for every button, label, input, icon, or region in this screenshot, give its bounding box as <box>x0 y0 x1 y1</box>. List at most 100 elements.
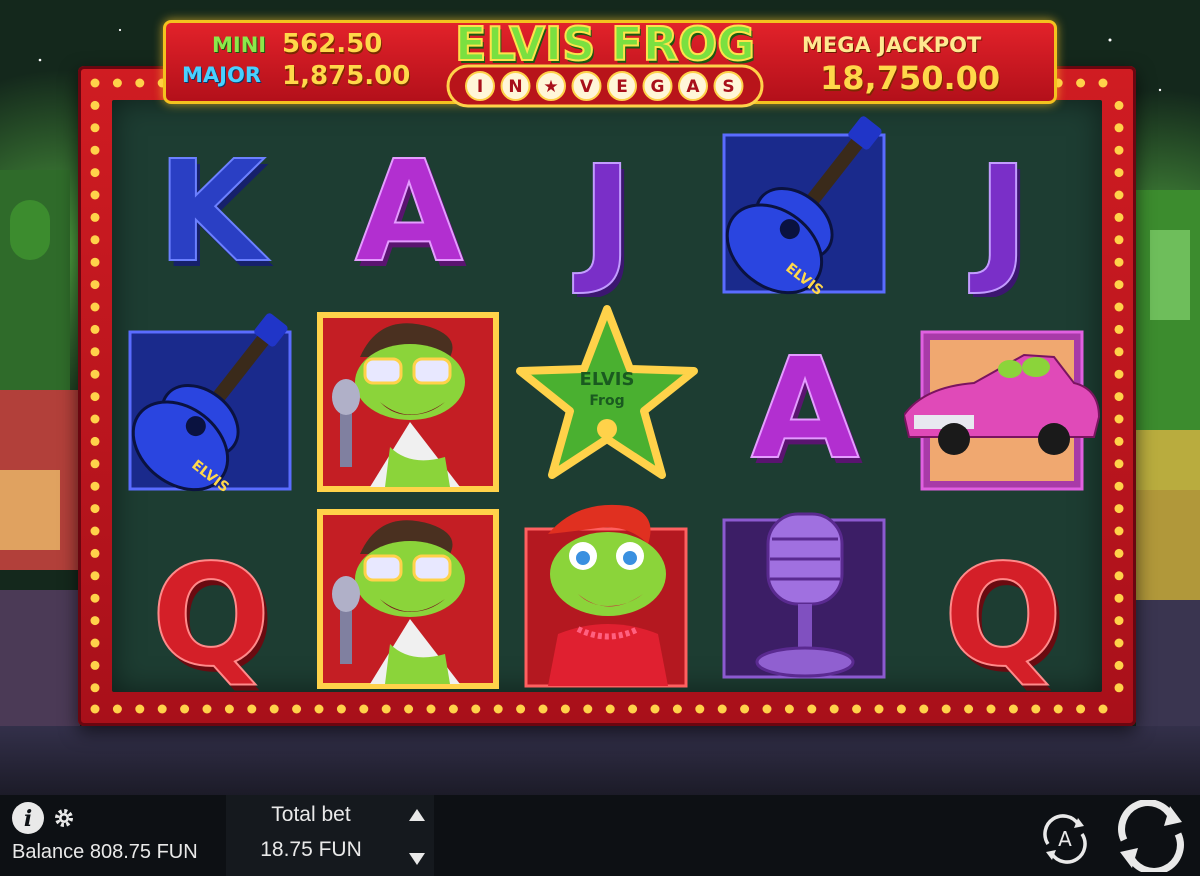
marquee-bulb <box>1114 683 1124 693</box>
logo-badge-letter: N <box>508 77 522 97</box>
marquee-bulb <box>1076 704 1086 714</box>
marquee-bulb <box>135 78 145 88</box>
balance-value: 808.75 FUN <box>89 841 198 863</box>
mini-jackpot-label: MINI <box>212 33 267 57</box>
marquee-bulb <box>135 704 145 714</box>
marquee-bulb <box>90 302 100 312</box>
marquee-bulb <box>1114 212 1124 222</box>
star-text-line2: Frog <box>589 393 624 409</box>
marquee-bulb <box>157 704 167 714</box>
marquee-bulb <box>202 704 212 714</box>
autoplay-label: A <box>1058 827 1072 851</box>
marquee-bulb <box>784 704 794 714</box>
marquee-bulb <box>986 704 996 714</box>
marquee-bulb <box>717 704 727 714</box>
marquee-bulb <box>90 324 100 334</box>
marquee-bulb <box>90 638 100 648</box>
autoplay-icon[interactable]: A <box>1038 814 1092 864</box>
marquee-bulb <box>314 704 324 714</box>
total-bet-value: 18.75 FUN <box>260 838 362 861</box>
marquee-bulb <box>90 704 100 714</box>
symbol-elvis-frog <box>310 297 508 494</box>
marquee-bulb <box>90 436 100 446</box>
major-jackpot-value: 1,875.00 <box>282 61 411 91</box>
balance-display: Balance 808.75 FUN <box>12 841 198 864</box>
marquee-bulb <box>807 704 817 714</box>
balance-label: Balance <box>12 841 85 863</box>
marquee-bulb <box>852 704 862 714</box>
logo-badge-letter: ★ <box>543 77 558 97</box>
symbol-a: A A <box>310 100 508 297</box>
marquee-bulb <box>1114 638 1124 648</box>
marquee-bulb <box>90 369 100 379</box>
game-logo: ELVIS FROG ELVIS FROG I N ★ V E G A S <box>446 16 764 108</box>
marquee-bulb <box>90 616 100 626</box>
logo-badge-letter: I <box>477 77 483 97</box>
marquee-bulb <box>1114 168 1124 178</box>
marquee-bulb <box>1114 347 1124 357</box>
marquee-bulb <box>90 190 100 200</box>
symbol-guitar: ELVIS <box>706 100 904 297</box>
marquee-bulb <box>90 504 100 514</box>
logo-badge-letter: A <box>686 77 700 97</box>
marquee-bulb <box>112 78 122 88</box>
logo-badge-letter: V <box>580 77 594 97</box>
logo-badge-letter: E <box>616 77 628 97</box>
marquee-bulb <box>381 704 391 714</box>
info-icon[interactable]: i <box>10 800 46 836</box>
marquee-bulb <box>90 100 100 110</box>
spin-icon[interactable] <box>1110 800 1192 872</box>
marquee-bulb <box>1114 235 1124 245</box>
svg-text:i: i <box>24 806 32 832</box>
marquee-bulb <box>1114 616 1124 626</box>
marquee-bulb <box>90 526 100 536</box>
marquee-bulb <box>1114 526 1124 536</box>
marquee-bulb <box>292 704 302 714</box>
marquee-bulb <box>762 704 772 714</box>
reel-grid: K K A A J J ELVIS J J ELVIS ELVIS Frog A… <box>112 100 1102 692</box>
q-letter: Q <box>151 535 270 691</box>
triangle-up-icon[interactable] <box>406 806 428 824</box>
symbol-lady-frog <box>508 494 706 691</box>
symbol-microphone <box>706 494 904 691</box>
marquee-bulb <box>583 704 593 714</box>
symbol-j: J J <box>508 100 706 297</box>
star-icon <box>516 305 698 479</box>
marquee-bulb <box>874 704 884 714</box>
symbol-a: A A <box>706 297 904 494</box>
marquee-bulb <box>493 704 503 714</box>
logo-badge-letter: G <box>651 77 665 97</box>
marquee-bulb <box>224 704 234 714</box>
marquee-bulb <box>90 414 100 424</box>
marquee-bulb <box>471 704 481 714</box>
marquee-bulb <box>359 704 369 714</box>
q-letter: Q <box>943 535 1062 691</box>
marquee-bulb <box>560 704 570 714</box>
lady-frog-icon <box>548 504 668 686</box>
mini-jackpot-value: 562.50 <box>282 29 383 59</box>
marquee-bulb <box>941 704 951 714</box>
a-letter: A <box>751 328 859 491</box>
symbol-elvis-frog <box>310 494 508 691</box>
marquee-bulb <box>1114 392 1124 402</box>
marquee-bulb <box>1053 704 1063 714</box>
marquee-bulb <box>672 704 682 714</box>
marquee-bulb <box>1114 257 1124 267</box>
marquee-bulb <box>404 704 414 714</box>
marquee-bulb <box>695 704 705 714</box>
j-letter: J <box>573 136 633 297</box>
marquee-bulb <box>90 571 100 581</box>
marquee-bulb <box>1114 436 1124 446</box>
marquee-bulb <box>90 660 100 670</box>
a-letter: A <box>355 131 463 294</box>
marquee-bulb <box>1114 459 1124 469</box>
marquee-bulb <box>90 145 100 155</box>
marquee-bulb <box>90 683 100 693</box>
marquee-bulb <box>829 704 839 714</box>
marquee-bulb <box>896 704 906 714</box>
star-text-line1: ELVIS <box>580 369 635 390</box>
symbol-star-scatter: ELVIS Frog <box>508 297 706 494</box>
gear-icon[interactable] <box>52 806 76 830</box>
marquee-bulb <box>90 168 100 178</box>
triangle-down-icon[interactable] <box>406 850 428 868</box>
